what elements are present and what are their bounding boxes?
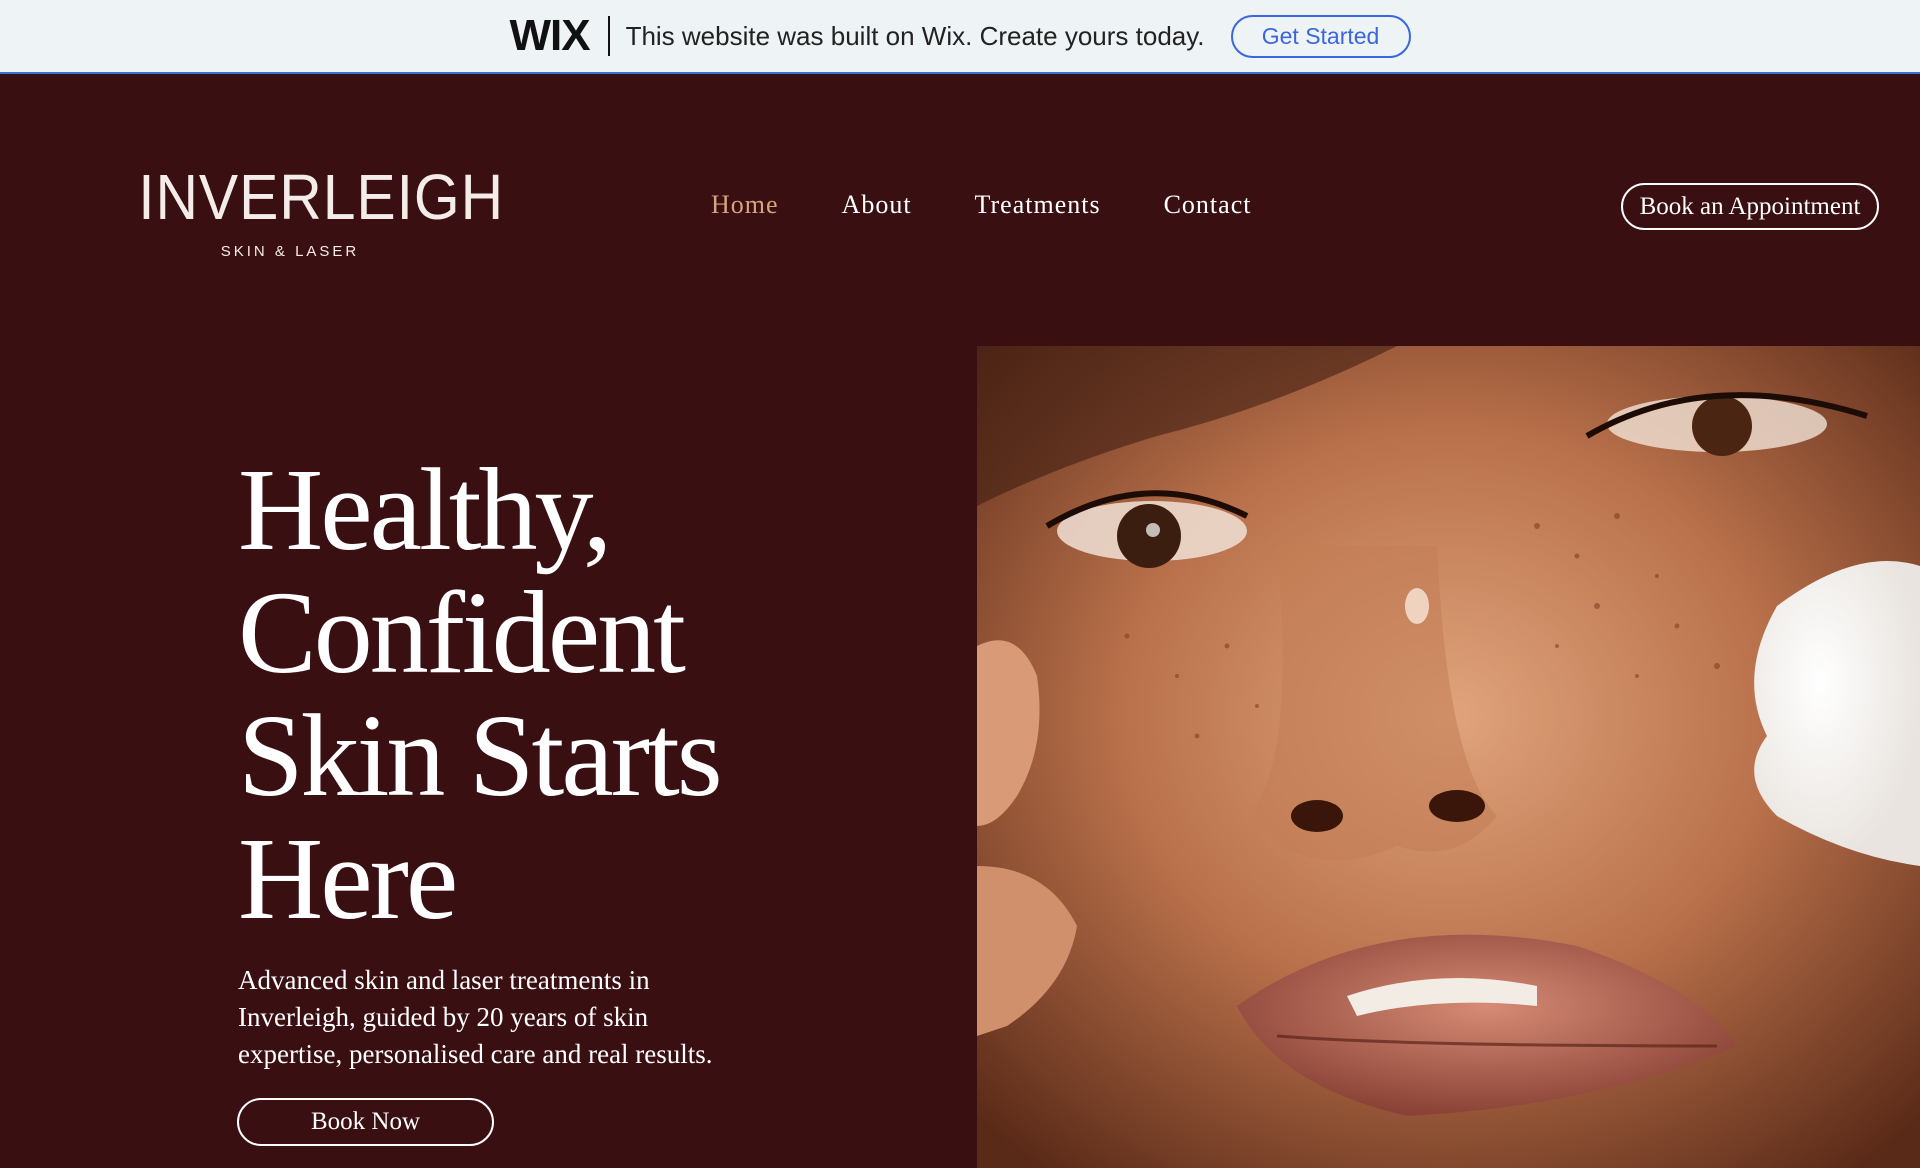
wix-logo[interactable]: WIX (509, 14, 590, 58)
face-illustration (977, 346, 1920, 1168)
book-appointment-button[interactable]: Book an Appointment (1621, 183, 1879, 230)
logo-wordmark: INVERLEIGH (138, 161, 505, 233)
wix-banner: WIX This website was built on Wix. Creat… (0, 0, 1920, 74)
hero-title-line: Confident (238, 567, 686, 698)
nav-item-contact[interactable]: Contact (1164, 190, 1252, 220)
logo-tagline: SKIN & LASER (220, 243, 360, 260)
wix-divider (607, 16, 610, 56)
hero-title-line: Here (238, 813, 458, 944)
nav-item-home[interactable]: Home (711, 190, 779, 220)
wix-banner-message: This website was built on Wix. Create yo… (625, 20, 1205, 51)
main-nav: Home About Treatments Contact (711, 190, 1314, 220)
hero-title-line: Skin Starts (238, 690, 723, 821)
get-started-button[interactable]: Get Started (1230, 14, 1411, 58)
book-now-button[interactable]: Book Now (237, 1098, 494, 1146)
hero-title: Healthy, Confident Skin Starts Here (238, 448, 758, 940)
hero-description: Advanced skin and laser treatments in In… (238, 965, 713, 1069)
hero-title-line: Healthy, (238, 444, 612, 575)
face-photo-icon (977, 346, 1920, 1168)
site-logo[interactable]: INVERLEIGH SKIN & LASER (125, 161, 505, 260)
nav-item-treatments[interactable]: Treatments (975, 190, 1101, 220)
nav-item-about[interactable]: About (842, 190, 912, 220)
